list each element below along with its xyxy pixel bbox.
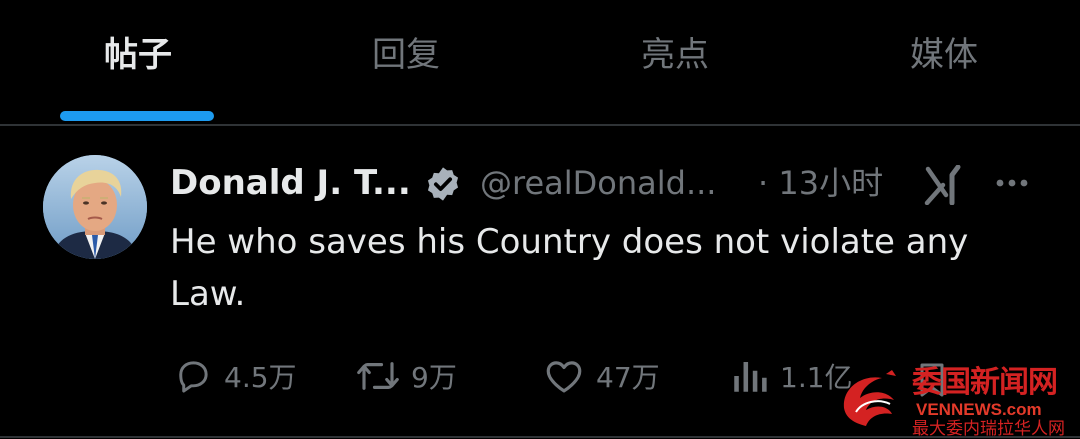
post-text: He who saves his Country does not violat… bbox=[170, 222, 969, 314]
repost-button[interactable]: 9万 bbox=[355, 348, 457, 404]
views-bars-icon bbox=[734, 362, 767, 392]
reply-bubble-icon bbox=[179, 361, 208, 393]
post-timestamp[interactable]: · 13小时 bbox=[758, 156, 883, 210]
tabs-divider bbox=[0, 124, 1080, 126]
views-button[interactable]: 1.1亿 bbox=[730, 348, 853, 404]
reply-count: 4.5万 bbox=[224, 361, 297, 394]
grok-icon[interactable] bbox=[922, 165, 964, 205]
active-tab-indicator bbox=[60, 111, 214, 121]
tab-media[interactable]: 媒体 bbox=[896, 30, 992, 80]
tab-highlights[interactable]: 亮点 bbox=[627, 30, 723, 80]
author-handle[interactable]: @realDonald... bbox=[480, 156, 716, 210]
watermark-title: 委国新闻网 bbox=[912, 365, 1058, 400]
like-button[interactable]: 47万 bbox=[542, 348, 660, 404]
author-name[interactable]: Donald J. T... bbox=[170, 156, 411, 210]
heart-icon bbox=[546, 361, 582, 393]
avatar-photo bbox=[43, 155, 147, 259]
reply-button[interactable]: 4.5万 bbox=[172, 348, 297, 404]
avatar[interactable] bbox=[43, 155, 147, 259]
post-divider bbox=[0, 436, 1080, 438]
tab-posts[interactable]: 帖子 bbox=[90, 30, 186, 80]
repost-count: 9万 bbox=[411, 361, 457, 394]
post-header: Donald J. T... @realDonald... · 13小时 bbox=[170, 156, 1070, 210]
like-count: 47万 bbox=[596, 361, 660, 394]
profile-tab-bar: 帖子 回复 亮点 媒体 bbox=[0, 0, 1080, 124]
watermark-emblem-icon bbox=[843, 370, 896, 426]
watermark: 委国新闻网 VENNEWS.com 最大委内瑞拉华人网 bbox=[836, 364, 1080, 439]
tab-replies[interactable]: 回复 bbox=[358, 30, 454, 80]
more-options-icon[interactable] bbox=[992, 168, 1032, 198]
verified-badge-icon bbox=[427, 167, 459, 201]
repost-arrows-icon bbox=[357, 362, 399, 390]
watermark-domain: VENNEWS.com bbox=[916, 400, 1042, 419]
